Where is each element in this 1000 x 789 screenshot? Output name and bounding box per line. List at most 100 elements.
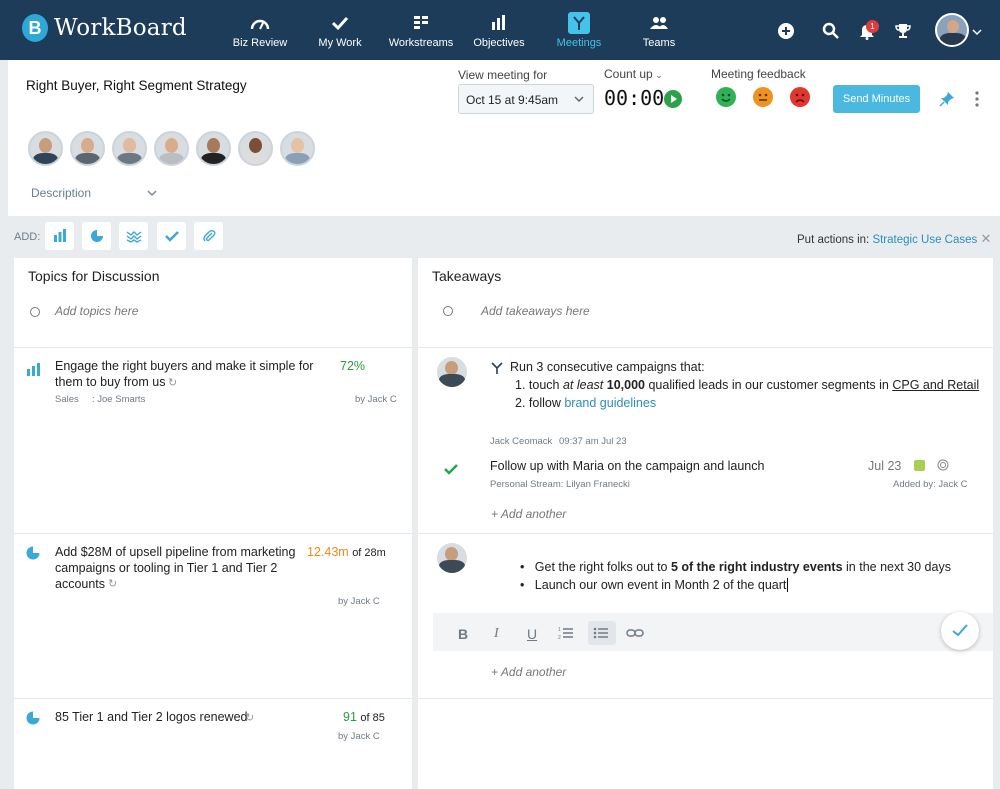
target-icon[interactable]	[937, 459, 949, 471]
nav-biz-review[interactable]: Biz Review	[220, 0, 300, 60]
add-workstream-button[interactable]	[119, 222, 148, 250]
divider	[418, 347, 993, 348]
takeaway-line: 2. follow brand guidelines	[515, 396, 657, 410]
takeaway-author: Jack Ceomack	[490, 436, 553, 447]
add-action-button[interactable]	[157, 222, 186, 250]
paperclip-icon	[202, 229, 215, 242]
view-meeting-label: View meeting for	[458, 68, 548, 82]
topic-progress: 12.43m of 28m	[307, 545, 386, 559]
attendee-avatar[interactable]	[154, 131, 189, 166]
bar-chart-icon	[27, 363, 40, 376]
attendee-avatar[interactable]	[238, 131, 273, 166]
brand-name: WorkBoard	[54, 15, 187, 41]
user-avatar[interactable]	[935, 13, 969, 47]
topic-progress: 91 of 85	[343, 710, 385, 724]
meeting-date-value: Oct 15 at 9:45am	[466, 93, 559, 107]
circle-icon	[443, 306, 453, 316]
add-another-button[interactable]: + Add another	[491, 507, 566, 521]
attendee-avatar[interactable]	[70, 131, 105, 166]
timer-display: 00:00	[604, 86, 665, 110]
add-attachment-button[interactable]	[194, 222, 223, 250]
bullet-list-icon[interactable]	[593, 626, 609, 640]
gauge-icon	[220, 12, 300, 34]
save-check-button[interactable]	[941, 612, 979, 650]
count-up-label[interactable]: Count up ⌄	[604, 67, 663, 81]
takeaways-panel	[418, 258, 993, 789]
priority-tag-icon[interactable]	[914, 460, 925, 471]
trophy-icon[interactable]	[892, 20, 914, 42]
bullet-item: • Get the right folks out to 5 of the ri…	[520, 560, 951, 574]
attendee-avatar[interactable]	[196, 131, 231, 166]
topic-text: 85 Tier 1 and Tier 2 logos renewed	[55, 710, 248, 724]
add-another-button[interactable]: + Add another	[491, 665, 566, 679]
svg-text:2: 2	[558, 635, 561, 640]
attendee-avatar[interactable]	[112, 131, 147, 166]
search-icon[interactable]	[820, 20, 842, 42]
attendee-avatar[interactable]	[28, 131, 63, 166]
check-icon	[300, 12, 380, 34]
nav-my-work[interactable]: My Work	[300, 0, 380, 60]
divider	[14, 533, 412, 534]
teams-icon	[619, 12, 699, 34]
pie-chart-icon	[90, 230, 103, 242]
action-date: Jul 23	[868, 459, 902, 473]
add-label: ADD:	[14, 231, 41, 243]
chevron-down-icon[interactable]	[966, 21, 988, 43]
bar-chart-icon	[53, 229, 66, 242]
add-circle-icon[interactable]	[775, 20, 797, 42]
neutral-face-icon[interactable]	[753, 87, 773, 107]
description-toggle[interactable]: Description	[31, 186, 157, 200]
meetings-icon	[491, 362, 503, 374]
workstreams-icon	[381, 12, 461, 34]
check-icon	[952, 624, 968, 637]
send-minutes-button[interactable]: Send Minutes	[833, 85, 920, 113]
numbered-list-icon[interactable]: 12	[558, 626, 574, 640]
italic-icon[interactable]: I	[494, 626, 499, 642]
bar-chart-icon	[459, 12, 539, 34]
meetings-icon	[539, 12, 619, 34]
meeting-date-select[interactable]: Oct 15 at 9:45am	[458, 84, 594, 114]
happy-face-icon[interactable]	[716, 87, 736, 107]
nav-meetings[interactable]: Meetings	[539, 0, 619, 60]
brand[interactable]: B WorkBoard	[22, 14, 187, 42]
topic-owner: by Jack C	[355, 394, 397, 405]
put-actions-link[interactable]: Strategic Use Cases	[872, 234, 977, 246]
nav-teams[interactable]: Teams	[619, 0, 699, 60]
add-objective-button[interactable]	[82, 222, 111, 250]
link-icon[interactable]	[626, 627, 644, 639]
add-metric-button[interactable]	[45, 222, 74, 250]
topic-owner: by Jack C	[338, 731, 380, 742]
add-takeaway-input[interactable]: Add takeaways here	[481, 304, 590, 318]
more-vertical-icon[interactable]	[966, 88, 988, 110]
check-icon[interactable]	[444, 463, 458, 475]
pie-chart-icon	[26, 711, 40, 725]
circle-icon	[30, 307, 40, 317]
nav-workstreams[interactable]: Workstreams	[381, 0, 461, 60]
takeaway-line: 1. touch at least 10,000 qualified leads…	[515, 378, 980, 392]
attendees	[28, 131, 322, 166]
author-avatar	[437, 543, 467, 573]
pie-chart-icon	[26, 546, 40, 560]
workboard-logo: B	[22, 14, 48, 42]
add-topic-input[interactable]: Add topics here	[55, 304, 138, 318]
attendee-avatar[interactable]	[280, 131, 315, 166]
editor-toolbar	[433, 613, 993, 651]
meeting-title: Right Buyer, Right Segment Strategy	[26, 78, 247, 93]
brand-guidelines-link[interactable]: brand guidelines	[564, 396, 656, 410]
sad-face-icon[interactable]	[790, 87, 810, 107]
bullet-item: • Launch our own event in Month 2 of the…	[520, 578, 789, 592]
author-avatar	[437, 357, 467, 387]
close-icon[interactable]: ✕	[980, 231, 991, 246]
pin-icon[interactable]	[936, 88, 958, 110]
divider	[14, 698, 412, 699]
chevron-down-icon	[574, 96, 584, 103]
put-actions-in: Put actions in: Strategic Use Cases ✕	[797, 231, 992, 246]
play-icon[interactable]	[664, 90, 682, 108]
underline-icon[interactable]: U	[527, 626, 537, 642]
cpg-retail-link[interactable]: CPG and Retail	[892, 378, 979, 392]
action-text[interactable]: Follow up with Maria on the campaign and…	[490, 458, 764, 474]
feedback-label: Meeting feedback	[711, 67, 806, 81]
takeaways-title: Takeaways	[432, 268, 502, 284]
bold-icon[interactable]: B	[458, 626, 468, 642]
nav-objectives[interactable]: Objectives	[459, 0, 539, 60]
